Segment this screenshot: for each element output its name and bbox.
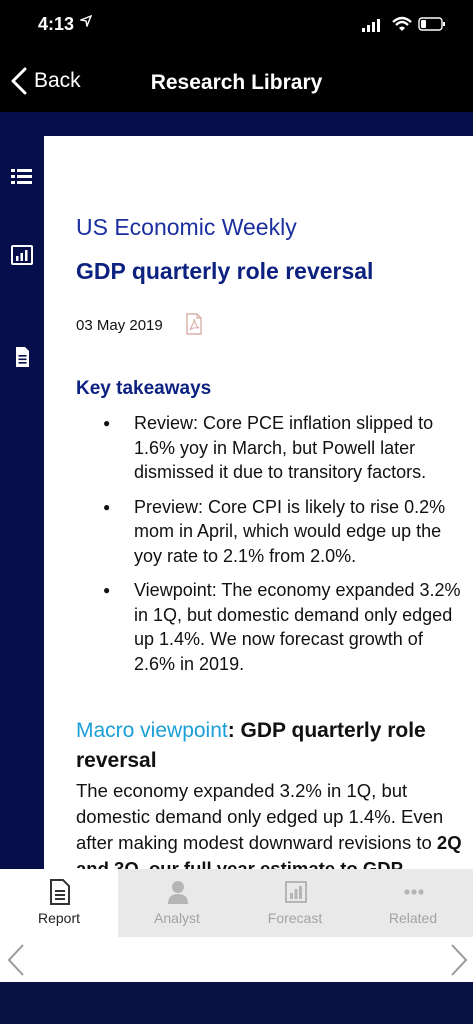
report-date: 03 May 2019 — [76, 317, 163, 334]
chevron-right-icon[interactable] — [449, 943, 469, 977]
chart-icon[interactable] — [10, 244, 34, 266]
list-item: Review: Core PCE inflation slipped to 1.… — [76, 411, 461, 485]
macro-viewpoint-link[interactable]: Macro viewpoint — [76, 719, 228, 742]
pdf-icon[interactable] — [185, 313, 203, 335]
report-content: US Economic Weekly GDP quarterly role re… — [44, 136, 473, 869]
main-area: US Economic Weekly GDP quarterly role re… — [0, 112, 473, 869]
tab-label: Related — [388, 910, 438, 926]
page-title: Research Library — [150, 71, 323, 94]
report-series: US Economic Weekly — [76, 214, 297, 240]
tab-report[interactable]: Report — [0, 869, 118, 937]
tab-analyst[interactable]: Analyst — [118, 869, 236, 937]
forecast-icon — [285, 881, 307, 903]
tab-related[interactable]: Related — [354, 869, 472, 937]
tab-forecast[interactable]: Forecast — [236, 869, 354, 937]
list-icon[interactable] — [10, 166, 34, 188]
list-item: Preview: Core CPI is likely to rise 0.2%… — [76, 495, 461, 569]
status-time: 4:13 — [38, 14, 75, 34]
document-icon[interactable] — [10, 346, 34, 368]
tab-label: Forecast — [267, 910, 323, 926]
key-takeaways-heading: Key takeaways — [76, 378, 212, 399]
navigation-bar: Back Research Library — [0, 50, 473, 112]
more-icon — [404, 889, 424, 895]
report-icon — [50, 879, 70, 905]
sidebar — [0, 112, 44, 869]
signal-icon — [362, 19, 380, 32]
chevron-left-icon[interactable] — [6, 943, 26, 977]
wifi-icon — [392, 16, 412, 31]
list-item: Viewpoint: The economy expanded 3.2% in … — [76, 578, 461, 676]
pager — [0, 937, 473, 982]
tab-bar: Report Analyst Forecast Related — [0, 869, 473, 937]
body-text: The economy expanded 3.2% in 1Q, but dom… — [76, 780, 444, 853]
battery-icon — [418, 17, 445, 31]
tab-label: Report — [37, 910, 81, 926]
tab-label: Analyst — [154, 910, 200, 926]
analyst-icon — [168, 881, 188, 904]
macro-heading: Macro viewpoint: GDP quarterly role reve… — [76, 716, 466, 776]
takeaways-list: Review: Core PCE inflation slipped to 1.… — [76, 411, 461, 686]
report-title: GDP quarterly role reversal — [76, 258, 374, 284]
location-arrow-icon — [80, 15, 92, 27]
body-paragraph: The economy expanded 3.2% in 1Q, but dom… — [76, 778, 466, 869]
footer-bar — [0, 982, 473, 1024]
status-bar: 4:13 — [0, 0, 473, 50]
